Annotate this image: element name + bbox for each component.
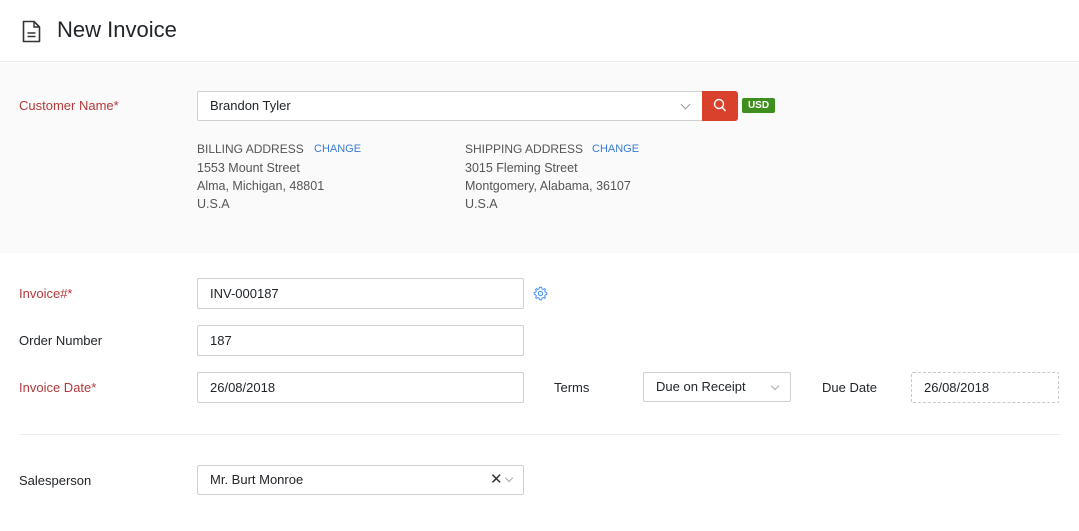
order-number-label: Order Number: [19, 333, 103, 348]
customer-name-value: Brandon Tyler: [210, 98, 291, 113]
page-title: New Invoice: [57, 17, 177, 42]
billing-address-change-link[interactable]: CHANGE: [314, 143, 361, 155]
customer-name-select[interactable]: Brandon Tyler: [197, 91, 703, 121]
shipping-address-change-link[interactable]: CHANGE: [592, 143, 639, 155]
customer-search-button[interactable]: [702, 91, 738, 121]
billing-address-line: U.S.A: [197, 197, 230, 211]
terms-select[interactable]: Due on Receipt: [643, 372, 791, 402]
document-icon: [22, 20, 41, 43]
salesperson-label: Salesperson: [19, 473, 92, 488]
chevron-down-icon: [504, 473, 514, 483]
clear-selection-icon[interactable]: ✕: [490, 472, 503, 487]
shipping-address-line: 3015 Fleming Street: [465, 161, 578, 175]
customer-name-label: Customer Name*: [19, 98, 119, 113]
gear-icon[interactable]: [533, 286, 548, 301]
invoice-date-input[interactable]: 26/08/2018: [197, 372, 524, 403]
due-date-label: Due Date: [822, 380, 877, 395]
terms-label: Terms: [554, 380, 590, 395]
order-number-input[interactable]: 187: [197, 325, 524, 356]
invoice-date-label: Invoice Date*: [19, 380, 97, 395]
currency-badge: USD: [742, 98, 775, 113]
page-header: New Invoice: [0, 0, 1079, 62]
invoice-number-label: Invoice#*: [19, 286, 73, 301]
terms-value: Due on Receipt: [656, 379, 746, 394]
salesperson-select[interactable]: Mr. Burt Monroe: [197, 465, 524, 495]
shipping-address-line: Montgomery, Alabama, 36107: [465, 179, 631, 193]
billing-address-line: Alma, Michigan, 48801: [197, 179, 325, 193]
chevron-down-icon: [770, 381, 780, 391]
section-divider: [19, 434, 1061, 435]
shipping-address-line: U.S.A: [465, 197, 498, 211]
billing-address-line: 1553 Mount Street: [197, 161, 300, 175]
chevron-down-icon[interactable]: [680, 99, 691, 110]
billing-address-heading: BILLING ADDRESS: [197, 142, 304, 156]
due-date-input[interactable]: 26/08/2018: [911, 372, 1059, 403]
search-icon: [713, 98, 727, 112]
shipping-address-heading: SHIPPING ADDRESS: [465, 142, 584, 156]
salesperson-value: Mr. Burt Monroe: [210, 472, 304, 487]
invoice-number-input[interactable]: INV-000187: [197, 278, 524, 309]
